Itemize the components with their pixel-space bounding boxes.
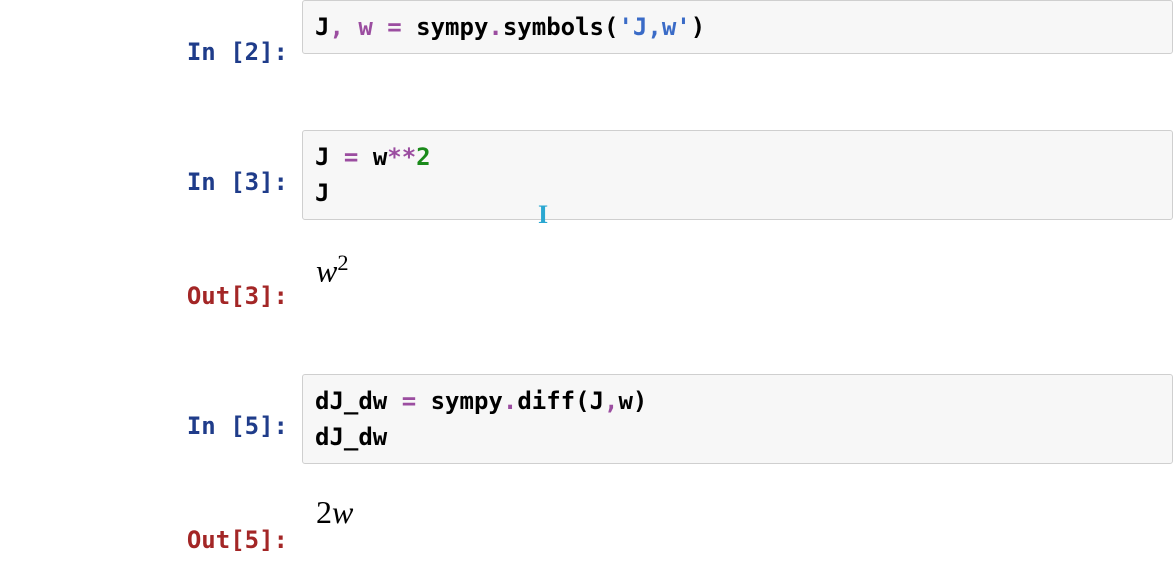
prompt-out-5: Out[5]: — [18, 488, 302, 573]
code-input-5[interactable]: dJ_dw = sympy.diff(J,w) dJ_dw — [302, 374, 1173, 464]
cell-3: In [3]: J = w**2 J I Out[3]: w2 — [18, 130, 1173, 348]
prompt-out-3: Out[3]: — [18, 244, 302, 348]
cell-in-2: In [2]: J, w = sympy.symbols('J,w') — [18, 0, 1173, 104]
code-input-2[interactable]: J, w = sympy.symbols('J,w') — [302, 0, 1173, 54]
output-3: w2 — [302, 244, 1173, 296]
output-5: 2w — [302, 488, 1173, 537]
cell-5: In [5]: dJ_dw = sympy.diff(J,w) dJ_dw Ou… — [18, 374, 1173, 573]
notebook: In [2]: J, w = sympy.symbols('J,w') In [… — [0, 0, 1173, 573]
prompt-in-5: In [5]: — [18, 374, 302, 478]
code-input-3[interactable]: J = w**2 J — [302, 130, 1173, 220]
prompt-in-3: In [3]: — [18, 130, 302, 234]
prompt-in-2: In [2]: — [18, 0, 302, 104]
